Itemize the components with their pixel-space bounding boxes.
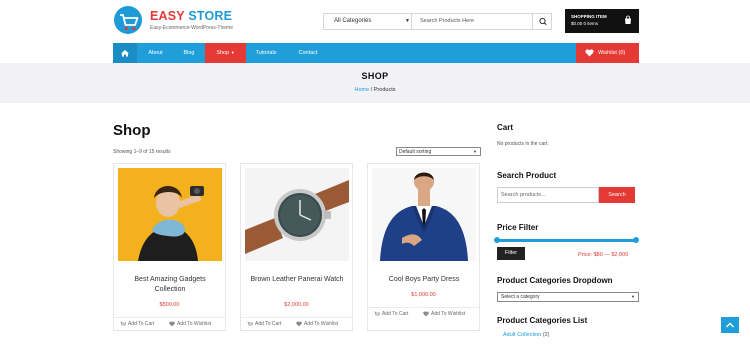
home-icon [121,50,129,57]
cart-logo-icon[interactable] [113,6,145,36]
cart-icon [120,321,126,326]
nav-item-shop-label: Shop [216,50,230,56]
sidebar-cart-heading: Cart [497,123,514,132]
add-to-cart-label: Add To Cart [128,321,155,327]
category-select[interactable]: All Categories [324,14,412,29]
add-to-cart-button[interactable]: Add To Cart [247,321,281,327]
site-title[interactable]: EASY STORE [150,9,232,23]
nav-item-contact[interactable]: Contact [290,43,326,63]
category-dropdown-value: Select a category [501,294,540,300]
site-title-part2: STORE [188,9,233,23]
product-price: $2,000.00 [284,302,309,308]
product-card: Brown Leather Panerai Watch $2,000.00 Ad… [240,163,353,331]
add-to-wishlist-label: Add To Wishlist [304,321,339,327]
wishlist-label: Wishlist [598,50,617,56]
price-slider-track[interactable] [497,239,636,242]
add-to-cart-button[interactable]: Add To Cart [374,311,408,317]
nav-home[interactable] [113,43,137,63]
add-to-wishlist-label: Add To Wishlist [177,321,212,327]
product-search-input[interactable]: Search Products Here [420,18,474,24]
divider [114,317,225,318]
search-button[interactable] [532,14,552,29]
product-title[interactable]: Brown Leather Panerai Watch [247,275,347,285]
heart-icon [169,321,175,327]
divider [241,317,352,318]
nav-item-tutorials[interactable]: Tutorials [248,43,284,63]
product-price: $500.00 [159,302,180,308]
add-to-wishlist-label: Add To Wishlist [431,311,466,317]
product-price: $1,000.00 [411,292,436,298]
category-count: (2) [542,332,550,338]
breadcrumb: Home / Products [0,87,750,93]
site-header: EASY STORE Easy-Ecommerce-WordPress-Them… [0,0,750,43]
cart-icon [374,311,380,316]
sorting-select[interactable]: Default sorting ▼ [396,147,481,156]
filter-button[interactable]: Filter [497,247,525,260]
nav-item-about[interactable]: About [139,43,172,63]
product-image-dress[interactable] [372,168,476,261]
product-card: Best Amazing Gadgets Collection $500.00 … [113,163,226,331]
sidebar-cart-empty: No products in the cart. [497,141,549,147]
caret-down-icon: ▼ [405,18,410,24]
price-slider-min-handle[interactable] [494,237,500,243]
add-to-cart-button[interactable]: Add To Cart [120,321,154,327]
header-search: All Categories ▼ Search Products Here [323,13,552,30]
heart-icon [296,321,302,327]
price-filter-heading: Price Filter [497,223,539,232]
header-cart[interactable]: SHOPPING ITEM $0.00 0 items [565,9,639,33]
cart-summary: $0.00 0 items [571,21,599,26]
cart-title: SHOPPING ITEM [571,14,607,19]
site-title-part1: EASY [150,9,185,23]
product-title[interactable]: Best Amazing Gadgets Collection [120,275,220,295]
product-image-watch[interactable] [245,168,349,261]
search-icon [539,17,547,26]
price-slider-max-handle[interactable] [633,237,639,243]
divider [368,307,479,308]
shopping-bag-icon [625,15,631,24]
caret-down-icon: ▼ [631,294,635,299]
nav-item-blog[interactable]: Blog [174,43,204,63]
price-range-label: Price: $80 — $2,000 [578,252,629,258]
main-navigation: About Blog Shop ▼ Tutorials Contact Wish… [113,43,639,63]
category-dropdown[interactable]: Select a category ▼ [497,292,639,302]
chevron-up-icon [726,322,734,328]
wishlist-button[interactable]: Wishlist (0) [576,43,639,63]
page-title: SHOP [361,71,389,81]
categories-dropdown-heading: Product Categories Dropdown [497,276,613,285]
page-banner: SHOP Home / Products [0,63,750,103]
sorting-value: Default sorting [399,149,432,155]
categories-list-heading: Product Categories List [497,316,588,325]
heart-icon [585,49,594,57]
category-list-item[interactable]: Adult Collection (2) [503,332,549,338]
result-count: Showing 1–9 of 15 results [113,149,171,155]
caret-down-icon: ▼ [473,149,477,154]
add-to-cart-label: Add To Cart [255,321,282,327]
add-to-wishlist-button[interactable]: Add To Wishlist [169,321,211,327]
breadcrumb-home-link[interactable]: Home [355,87,370,93]
scroll-to-top-button[interactable] [721,317,739,333]
product-title[interactable]: Cool Boys Party Dress [374,275,474,285]
nav-item-shop[interactable]: Shop ▼ [205,43,246,63]
add-to-wishlist-button[interactable]: Add To Wishlist [296,321,338,327]
add-to-wishlist-button[interactable]: Add To Wishlist [423,311,465,317]
sidebar-search-input[interactable]: Search products... [497,187,599,203]
product-image-gadgets[interactable] [118,168,222,261]
chevron-down-icon: ▼ [230,50,235,55]
breadcrumb-current: Products [373,87,396,93]
sidebar-search-button[interactable]: Search [599,187,635,203]
cart-icon [247,321,253,326]
site-tagline: Easy-Ecommerce-WordPress-Theme [150,25,233,31]
category-name: Adult Collection [503,332,542,338]
wishlist-count: (0) [618,50,626,56]
shop-heading: Shop [113,122,151,139]
product-card: Cool Boys Party Dress $1,000.00 Add To C… [367,163,480,331]
heart-icon [423,311,429,317]
add-to-cart-label: Add To Cart [382,311,409,317]
sidebar-search-heading: Search Product [497,171,557,180]
